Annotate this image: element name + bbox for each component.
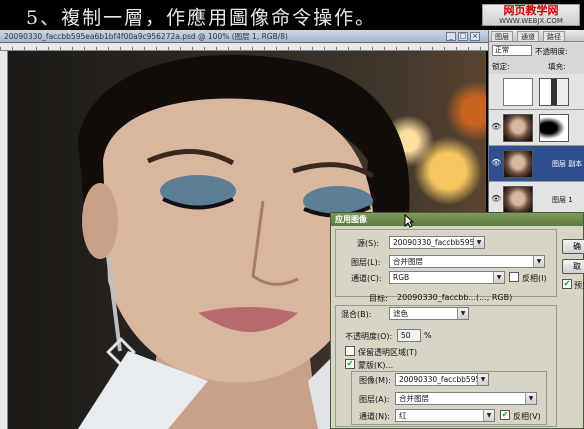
chevron-down-icon: ▼ — [483, 410, 494, 421]
lock-label: 锁定: — [492, 62, 510, 71]
opacity-label: 不透明度(O): — [345, 332, 393, 341]
layer-blend-mode-select[interactable]: 正常 — [492, 45, 532, 56]
mask-layer-value: 合并图层 — [399, 394, 429, 403]
layer-row[interactable] — [489, 74, 584, 110]
dialog-title: 应用图像 — [335, 215, 367, 224]
chevron-down-icon: ▼ — [533, 256, 544, 267]
source-select[interactable]: 20090330_faccbb595ea... ▼ — [389, 236, 485, 249]
preserve-transparency-checkbox[interactable] — [345, 346, 355, 356]
channel-value: RGB — [393, 273, 410, 282]
preview-label: 预览 — [574, 281, 584, 290]
maximize-button[interactable]: □ — [458, 32, 468, 41]
layer-thumbnail — [503, 114, 533, 142]
blend-value: 滤色 — [393, 309, 408, 318]
invert-mask-checkbox[interactable]: ✔ — [500, 410, 510, 420]
chevron-down-icon: ▼ — [473, 237, 484, 248]
eye-icon[interactable]: 👁 — [491, 194, 501, 203]
channel-select[interactable]: RGB ▼ — [389, 271, 505, 284]
source-label: 源(S): — [357, 239, 380, 248]
mouse-cursor-icon — [404, 214, 414, 228]
layer-mask-thumbnail — [539, 78, 569, 106]
preview-checkbox[interactable]: ✔ — [562, 279, 572, 289]
layer-opacity-label: 不透明度: — [535, 47, 568, 56]
opacity-input[interactable]: 50 — [397, 329, 421, 342]
tab-paths[interactable]: 路径 — [543, 31, 565, 41]
site-logo: 网页教学网 WWW.WEBJX.COM — [482, 4, 580, 26]
layer-name: 图层 1 — [552, 196, 573, 204]
panel-tabs: 图层 通道 路径 — [489, 30, 584, 42]
apply-image-dialog: 应用图像 源(S): 20090330_faccbb595ea... ▼ 图层(L… — [330, 212, 584, 429]
blend-select[interactable]: 滤色 ▼ — [389, 307, 469, 320]
opacity-unit: % — [424, 331, 432, 340]
layer-value: 合并图层 — [393, 257, 423, 266]
close-button[interactable]: × — [470, 32, 480, 41]
mask-image-value: 20090330_faccbb595ea... — [399, 375, 489, 384]
vertical-ruler — [0, 51, 8, 429]
dialog-titlebar[interactable]: 应用图像 — [331, 213, 583, 226]
eye-icon[interactable]: 👁 — [491, 122, 501, 131]
invert-source-checkbox[interactable] — [509, 272, 519, 282]
layer-label: 图层(L): — [351, 258, 381, 267]
channel-label: 通道(C): — [351, 274, 382, 283]
target-label: 目标: — [369, 294, 388, 303]
mask-channel-value: 红 — [399, 411, 407, 420]
target-value: 20090330_faccbb...(..., RGB) — [397, 293, 513, 302]
layer-select[interactable]: 合并图层 ▼ — [389, 255, 545, 268]
site-logo-name: 网页教学网 — [503, 4, 559, 17]
chevron-down-icon: ▼ — [525, 393, 536, 404]
cancel-button[interactable]: 取 — [562, 259, 584, 274]
fill-label: 填充: — [548, 62, 566, 71]
invert-source-label: 反相(I) — [522, 274, 547, 283]
layer-mask-thumbnail — [539, 114, 569, 142]
ok-button[interactable]: 确 — [562, 239, 584, 254]
chevron-down-icon: ▼ — [457, 308, 468, 319]
minimize-button[interactable]: _ — [446, 32, 456, 41]
mask-layer-select[interactable]: 合并图层 ▼ — [395, 392, 537, 405]
layer-thumbnail — [503, 78, 533, 106]
chevron-down-icon: ▼ — [493, 272, 504, 283]
layer-name: 图层 副本 — [552, 160, 583, 168]
invert-mask-label: 反相(V) — [513, 412, 541, 421]
mask-label: 蒙版(K)... — [358, 361, 394, 370]
layer-row[interactable]: 👁 — [489, 110, 584, 146]
tab-channels[interactable]: 通道 — [517, 31, 539, 41]
mask-image-select[interactable]: 20090330_faccbb595ea... ▼ — [395, 373, 489, 386]
document-title: 20090330_faccbb595ea6b1bf4f00a9c956272a.… — [4, 32, 288, 41]
mask-channel-label: 通道(N): — [359, 412, 390, 421]
site-logo-url: WWW.WEBJX.COM — [499, 17, 563, 25]
mask-layer-label: 图层(A): — [359, 395, 390, 404]
layer-thumbnail — [503, 150, 533, 178]
blend-label: 混合(B): — [341, 310, 372, 319]
source-value: 20090330_faccbb595ea... — [393, 238, 485, 247]
chevron-down-icon: ▼ — [477, 374, 488, 385]
horizontal-ruler — [0, 43, 488, 51]
mask-channel-select[interactable]: 红 ▼ — [395, 409, 495, 422]
mask-checkbox[interactable]: ✔ — [345, 359, 355, 369]
eye-icon[interactable]: 👁 — [491, 158, 501, 167]
tab-layers[interactable]: 图层 — [491, 31, 513, 41]
layer-thumbnail — [503, 186, 533, 214]
preserve-transparency-label: 保留透明区域(T) — [358, 348, 418, 357]
layer-row[interactable]: 👁 图层 副本 — [489, 146, 584, 182]
step-title: 5、複制一層，作應用圖像命令操作。 — [26, 7, 377, 29]
mask-image-label: 图像(M): — [359, 376, 391, 385]
document-titlebar[interactable]: 20090330_faccbb595ea6b1bf4f00a9c956272a.… — [0, 30, 488, 43]
